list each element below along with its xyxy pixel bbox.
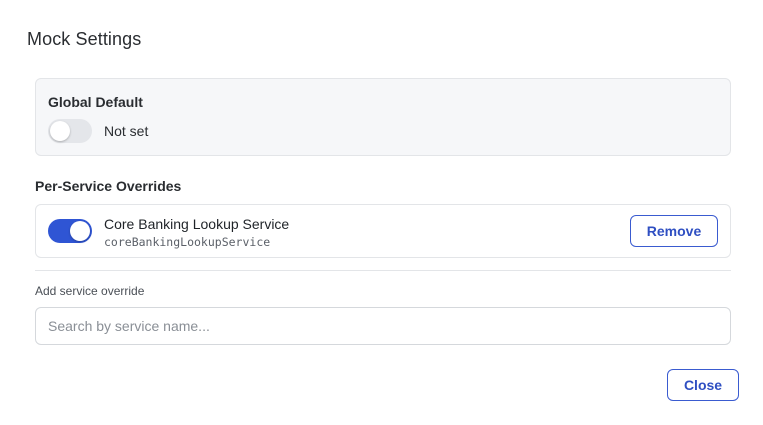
service-search-input[interactable] bbox=[35, 307, 731, 345]
toggle-knob bbox=[50, 121, 70, 141]
global-default-toggle[interactable] bbox=[48, 119, 92, 143]
close-button[interactable]: Close bbox=[667, 369, 739, 401]
toggle-knob bbox=[70, 221, 90, 241]
global-default-status: Not set bbox=[104, 123, 149, 139]
divider bbox=[35, 270, 731, 271]
service-override-row: Core Banking Lookup Service coreBankingL… bbox=[35, 204, 731, 258]
global-default-label: Global Default bbox=[48, 94, 143, 110]
global-default-panel: Global Default Not set bbox=[35, 78, 731, 156]
dialog-title: Mock Settings bbox=[27, 29, 142, 49]
service-id: coreBankingLookupService bbox=[104, 235, 271, 249]
add-service-override-label: Add service override bbox=[35, 284, 145, 298]
service-override-toggle[interactable] bbox=[48, 219, 92, 243]
remove-button[interactable]: Remove bbox=[630, 215, 718, 247]
per-service-overrides-label: Per-Service Overrides bbox=[35, 178, 182, 194]
service-name: Core Banking Lookup Service bbox=[104, 216, 290, 232]
